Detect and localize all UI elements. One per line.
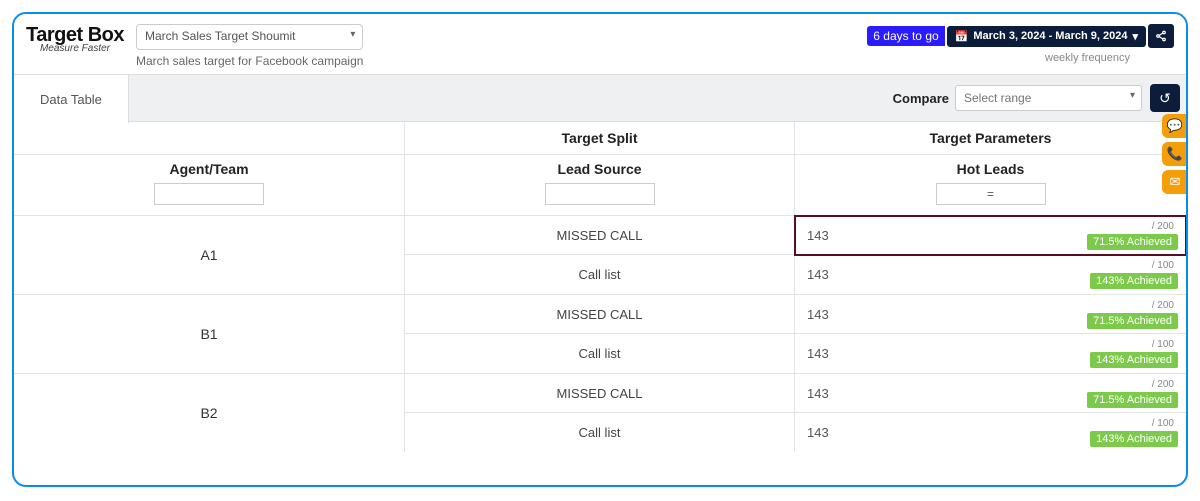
achievement-badge: 143% Achieved [1090,431,1178,447]
support-rail: 💬 📞 ✉ [1162,114,1188,194]
date-range-picker[interactable]: 📅 March 3, 2024 - March 9, 2024 ▾ [947,26,1146,47]
lead-source-value: MISSED CALL [405,374,794,413]
brand-tagline: Measure Faster [40,43,110,54]
col-target-split: Target Split [404,122,794,154]
target-denominator: / 100 [1152,339,1178,350]
param-row: 143 / 200 71.5% Achieved [795,374,1186,413]
params-cell: 143 / 200 71.5% Achieved 143 / 100 143% Achie… [794,216,1186,294]
lead-source-value: MISSED CALL [405,216,794,255]
lead-source-value: Call list [405,413,794,452]
subbar: Data Table Compare ↺ [14,74,1186,122]
achievement-badge: 71.5% Achieved [1087,313,1178,329]
table-sub-header: Agent/Team Lead Source Hot Leads [14,155,1186,216]
lead-source-value: Call list [405,334,794,373]
hot-leads-filter-input[interactable] [936,183,1046,205]
splits-cell: MISSED CALLCall list [404,216,794,294]
param-row: 143 / 100 143% Achieved [795,413,1186,452]
frequency-label: weekly frequency [1045,52,1130,64]
hot-leads-value: 143 [803,228,829,243]
param-row: 143 / 100 143% Achieved [795,334,1186,373]
table-row: A1MISSED CALLCall list 143 / 200 71.5% Achi… [14,216,1186,295]
compare-range-select[interactable] [955,85,1142,111]
brand-logo: Target Box Measure Faster [26,24,124,54]
target-denominator: / 100 [1152,260,1178,271]
achievement-badge: 143% Achieved [1090,352,1178,368]
col-target-parameters: Target Parameters [794,122,1186,154]
splits-cell: MISSED CALLCall list [404,295,794,373]
target-selector-wrap: March Sales Target Shoumit March sales t… [136,24,363,68]
target-denominator: / 200 [1152,300,1178,311]
table-row: B1MISSED CALLCall list 143 / 200 71.5% Achi… [14,295,1186,374]
agent-cell: B2 [14,374,404,452]
param-meta: / 200 71.5% Achieved [1087,379,1178,408]
param-meta: / 100 143% Achieved [1090,339,1178,368]
param-meta: / 100 143% Achieved [1090,260,1178,289]
app-frame: 💬 📞 ✉ Target Box Measure Faster March Sa… [12,12,1188,487]
mail-icon[interactable]: ✉ [1162,170,1188,194]
param-row: 143 / 100 143% Achieved [795,255,1186,294]
splits-cell: MISSED CALLCall list [404,374,794,452]
table-body: A1MISSED CALLCall list143/ 20071.5% Achi… [14,216,1186,452]
topbar: Target Box Measure Faster March Sales Ta… [14,14,1186,74]
target-denominator: / 100 [1152,418,1178,429]
hot-leads-value: 143 [803,267,829,282]
table-row: B2MISSED CALLCall list 143 / 200 71.5% Achi… [14,374,1186,452]
col-agent-team: Agent/Team [169,161,248,177]
target-select[interactable]: March Sales Target Shoumit [136,24,363,50]
param-row: 143 / 200 71.5% Achieved [795,295,1186,334]
hot-leads-value: 143 [803,307,829,322]
params-cell: 143 / 200 71.5% Achieved 143 / 100 143% Achie… [794,374,1186,452]
target-denominator: / 200 [1152,221,1178,232]
phone-icon[interactable]: 📞 [1162,142,1188,166]
hot-leads-value: 143 [803,386,829,401]
days-to-go-badge: 6 days to go [867,26,944,46]
reset-button[interactable]: ↺ [1150,84,1180,112]
target-subtitle: March sales target for Facebook campaign [136,54,363,68]
table-group-header: Target Split Target Parameters [14,122,1186,155]
calendar-icon: 📅 [955,30,969,43]
col-hot-leads: Hot Leads [957,161,1025,177]
col-lead-source: Lead Source [557,161,641,177]
lead-source-value: MISSED CALL [405,295,794,334]
param-row: 143 / 200 71.5% Achieved [795,216,1186,255]
chevron-down-icon: ▾ [1132,30,1138,43]
agent-cell: A1 [14,216,404,294]
params-cell: 143 / 200 71.5% Achieved 143 / 100 143% Achie… [794,295,1186,373]
tab-data-table[interactable]: Data Table [14,75,129,123]
achievement-badge: 71.5% Achieved [1087,392,1178,408]
hot-leads-value: 143 [803,425,829,440]
lead-source-filter-input[interactable] [545,183,655,205]
target-denominator: / 200 [1152,379,1178,390]
param-meta: / 200 71.5% Achieved [1087,221,1178,250]
agent-filter-input[interactable] [154,183,264,205]
compare-wrap: Compare ↺ [893,75,1186,121]
param-meta: / 200 71.5% Achieved [1087,300,1178,329]
achievement-badge: 143% Achieved [1090,273,1178,289]
hot-leads-value: 143 [803,346,829,361]
lead-source-value: Call list [405,255,794,294]
param-meta: / 100 143% Achieved [1090,418,1178,447]
share-button[interactable] [1148,24,1174,48]
compare-label: Compare [893,91,949,106]
date-range-text: March 3, 2024 - March 9, 2024 [973,30,1127,42]
topbar-right: 6 days to go 📅 March 3, 2024 - March 9, … [867,24,1174,64]
chat-icon[interactable]: 💬 [1162,114,1188,138]
achievement-badge: 71.5% Achieved [1087,234,1178,250]
agent-cell: B1 [14,295,404,373]
